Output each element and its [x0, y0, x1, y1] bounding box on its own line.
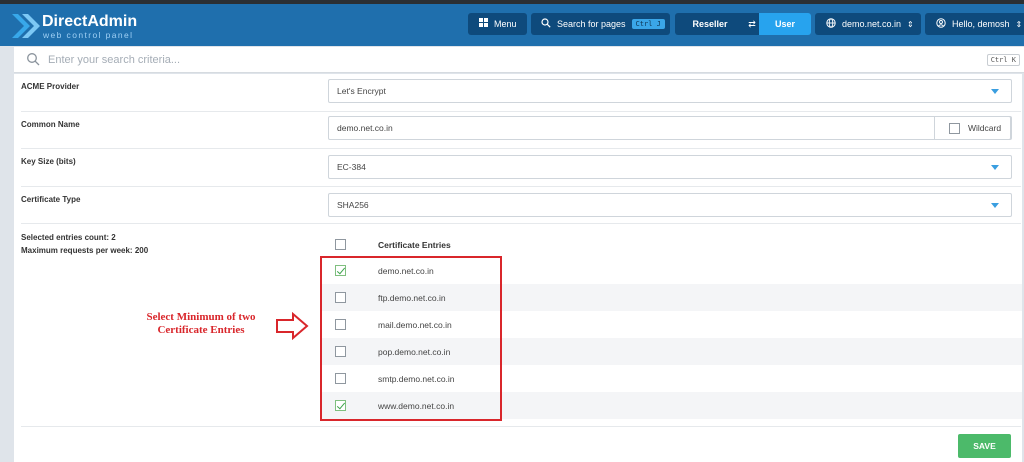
save-button[interactable]: SAVE [958, 434, 1011, 458]
role-switch[interactable]: Reseller ⇄ User [675, 13, 811, 35]
search-icon [27, 53, 40, 66]
entries-header-row: Certificate Entries [322, 234, 1022, 256]
directadmin-logo-icon [12, 14, 40, 38]
select-all-checkbox[interactable] [335, 239, 346, 250]
logo[interactable]: DirectAdmin web control panel [10, 10, 150, 40]
common-name-input[interactable]: demo.net.co.in Wildcard [328, 116, 1012, 140]
search-pages-button[interactable]: Search for pages Ctrl J [531, 13, 670, 35]
wildcard-toggle[interactable]: Wildcard [934, 116, 1011, 140]
role-user[interactable]: User [759, 13, 811, 35]
divider [21, 223, 1021, 224]
arrow-right-icon [276, 312, 309, 340]
search-shortcut: Ctrl K [986, 54, 1020, 66]
common-name-value: demo.net.co.in [337, 123, 393, 133]
chevron-down-icon [991, 203, 999, 208]
divider [21, 148, 1021, 149]
certificate-type-value: SHA256 [337, 200, 369, 210]
user-icon [936, 17, 946, 31]
swap-icon: ⇄ [745, 13, 759, 35]
selected-count-text: Selected entries count: 2 [21, 233, 116, 242]
entries-header-label: Certificate Entries [378, 240, 451, 250]
user-greeting: Hello, demosh [952, 19, 1010, 29]
role-user-label: User [774, 19, 795, 29]
annotation-highlight-box [320, 256, 502, 421]
global-search-bar: Ctrl K [14, 47, 1024, 73]
acme-provider-select[interactable]: Let's Encrypt [328, 79, 1012, 103]
max-requests-text: Maximum requests per week: 200 [21, 246, 149, 255]
chevron-down-icon [991, 165, 999, 170]
logo-title: DirectAdmin [42, 13, 138, 30]
logo-subtitle: web control panel [43, 30, 134, 40]
menu-label: Menu [494, 19, 517, 29]
search-pages-shortcut: Ctrl J [631, 19, 665, 29]
key-size-label: Key Size (bits) [21, 157, 76, 166]
acme-provider-value: Let's Encrypt [337, 86, 386, 96]
role-reseller-label: Reseller [692, 19, 728, 29]
chevron-down-icon [991, 89, 999, 94]
acme-provider-label: ACME Provider [21, 82, 80, 91]
grid-icon [479, 18, 488, 30]
annotation-text: Select Minimum of two Certificate Entrie… [126, 311, 276, 337]
domain-select-value: demo.net.co.in [842, 19, 902, 29]
ssl-form-card: ACME Provider Let's Encrypt Common Name … [14, 74, 1022, 462]
common-name-label: Common Name [21, 120, 80, 129]
left-gutter [0, 74, 14, 462]
search-icon [541, 17, 551, 31]
key-size-value: EC-384 [337, 162, 366, 172]
role-reseller[interactable]: Reseller [675, 13, 745, 35]
globe-icon [826, 17, 836, 31]
search-pages-label: Search for pages [557, 19, 626, 29]
wildcard-checkbox[interactable] [949, 122, 960, 134]
annotation-line-2: Certificate Entries [157, 324, 245, 336]
annotation-line-1: Select Minimum of two [146, 311, 256, 323]
key-size-select[interactable]: EC-384 [328, 155, 1012, 179]
app-header: DirectAdmin web control panel Menu Searc… [0, 4, 1024, 46]
certificate-type-label: Certificate Type [21, 195, 81, 204]
certificate-type-select[interactable]: SHA256 [328, 193, 1012, 217]
divider [21, 186, 1021, 187]
search-input[interactable] [48, 51, 948, 69]
domain-select[interactable]: demo.net.co.in ⇕ [815, 13, 921, 35]
user-menu[interactable]: Hello, demosh ⇕ [925, 13, 1024, 35]
divider [21, 111, 1021, 112]
menu-button[interactable]: Menu [468, 13, 527, 35]
updown-icon: ⇕ [907, 19, 914, 29]
divider [21, 426, 1021, 427]
updown-icon: ⇕ [1015, 19, 1023, 29]
wildcard-label: Wildcard [968, 123, 1002, 133]
